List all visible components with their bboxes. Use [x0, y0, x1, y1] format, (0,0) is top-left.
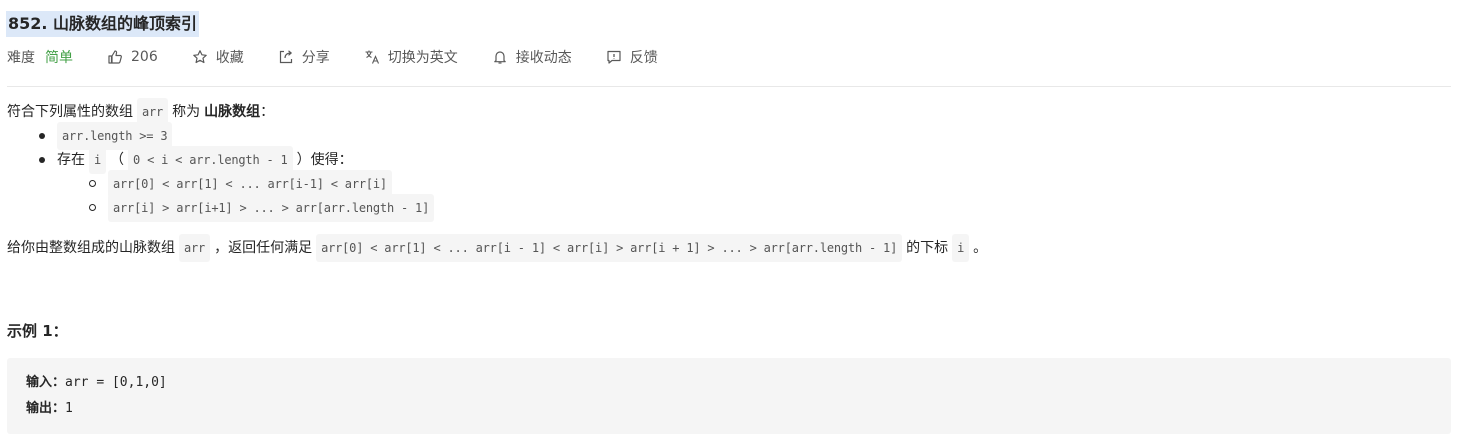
input-value: arr = [0,1,0]	[65, 375, 167, 390]
problem-title[interactable]: 852. 山脉数组的峰顶索引	[6, 11, 200, 37]
intro-text: ：	[260, 104, 275, 120]
bold-term: 山脉数组	[204, 104, 261, 120]
list-item: 存在 i （ 0 < i < arr.length - 1 ） 使得：	[7, 146, 1451, 174]
intro-line: 符合下列属性的数组 arr 称为 山脉数组 ：	[7, 98, 1451, 126]
bullet-dot	[39, 157, 45, 163]
notify-label: 接收动态	[515, 50, 572, 66]
bullet-dot	[39, 133, 45, 139]
collect-label: 收藏	[215, 50, 244, 66]
switch-language-label: 切换为英文	[387, 50, 458, 66]
task-text: 给你由整数组成的山脉数组	[7, 240, 175, 256]
like-count: 206	[131, 49, 158, 65]
share-icon	[278, 49, 294, 65]
list-text: 存在	[57, 152, 85, 168]
thumbs-up-icon	[107, 49, 123, 65]
difficulty-badge: 简单	[45, 50, 73, 66]
collect-button[interactable]: 收藏	[192, 47, 244, 67]
share-label: 分享	[301, 50, 330, 66]
list-text: ）	[296, 152, 311, 168]
example-input: 输入：arr = [0,1,0]	[26, 372, 167, 394]
divider	[7, 86, 1451, 87]
example-output: 输出：1	[26, 398, 73, 420]
task-line: 给你由整数组成的山脉数组 arr ，返回任何满足 arr[0] < arr[1]…	[7, 234, 1451, 262]
inline-code: arr	[179, 234, 211, 262]
problem-description: 符合下列属性的数组 arr 称为 山脉数组 ： arr.length >= 3 …	[7, 98, 1451, 262]
task-text: 。	[973, 240, 988, 256]
feedback-icon	[606, 49, 622, 65]
list-text: 使得：	[310, 152, 353, 168]
notify-button[interactable]: 接收动态	[492, 47, 572, 67]
difficulty: 难度 简单	[7, 47, 73, 67]
task-text: ，返回任何满足	[214, 240, 313, 256]
switch-language-button[interactable]: 切换为英文	[364, 47, 458, 67]
output-label: 输出：	[26, 401, 66, 416]
example-block: 输入：arr = [0,1,0] 输出：1	[7, 358, 1451, 434]
inline-code: i	[952, 234, 970, 262]
feedback-label: 反馈	[629, 50, 658, 66]
list-text: （	[110, 152, 125, 168]
problem-page: 852. 山脉数组的峰顶索引 难度 简单 206 收藏 分享 切换为英文 接收动…	[0, 0, 1462, 443]
like-button[interactable]: 206	[107, 49, 158, 65]
list-item: arr.length >= 3	[7, 122, 1451, 150]
sub-list-item: arr[i] > arr[i+1] > ... > arr[arr.length…	[7, 194, 1451, 222]
star-icon	[192, 49, 208, 65]
output-value: 1	[65, 401, 73, 416]
example-title: 示例 1：	[7, 322, 68, 340]
translate-icon	[364, 49, 380, 65]
sub-list-item: arr[0] < arr[1] < ... arr[i-1] < arr[i]	[7, 170, 1451, 198]
difficulty-label: 难度	[7, 50, 35, 66]
intro-text: 称为	[172, 104, 201, 120]
inline-code: arr[0] < arr[1] < ... arr[i - 1] < arr[i…	[316, 234, 903, 262]
meta-bar: 难度 简单 206 收藏 分享 切换为英文 接收动态 反馈	[7, 45, 692, 69]
bullet-circle	[89, 180, 96, 187]
input-label: 输入：	[26, 375, 66, 390]
feedback-button[interactable]: 反馈	[606, 47, 658, 67]
list-item-content: arr[i] > arr[i+1] > ... > arr[arr.length…	[104, 194, 438, 222]
inline-code: arr[i] > arr[i+1] > ... > arr[arr.length…	[108, 194, 435, 222]
task-text: 的下标	[906, 240, 949, 256]
share-button[interactable]: 分享	[278, 47, 330, 67]
intro-text: 符合下列属性的数组	[7, 104, 133, 120]
bell-icon	[492, 49, 508, 65]
bullet-circle	[89, 204, 96, 211]
